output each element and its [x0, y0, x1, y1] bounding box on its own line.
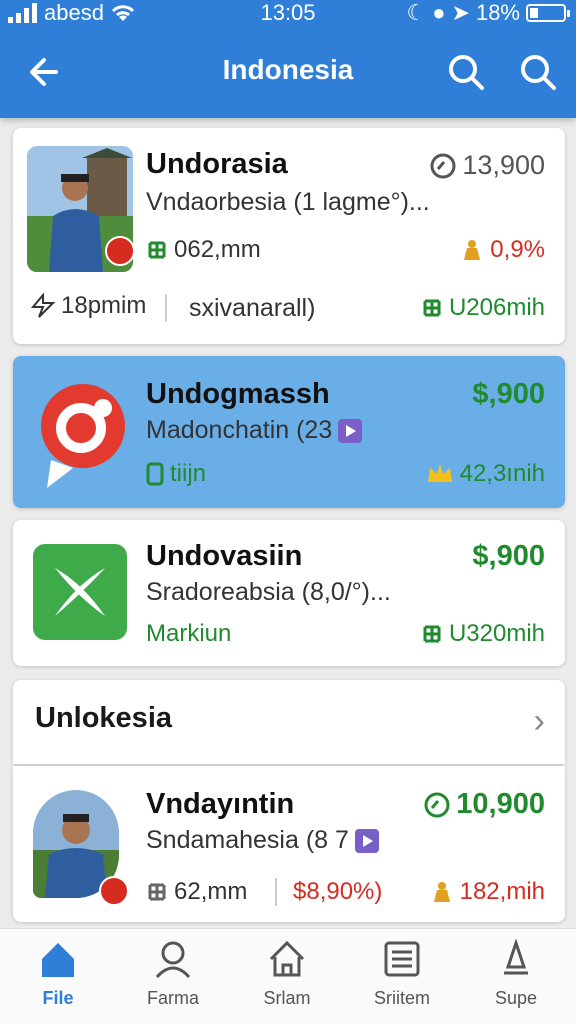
- card-subtitle-row: Madonchatin (23: [146, 416, 363, 445]
- card-footer-right-value: U206mih: [448, 294, 545, 321]
- card-subtitle: Sndamahesia (8 7: [146, 826, 349, 854]
- home-icon: [42, 943, 74, 977]
- search-icon: [449, 55, 484, 90]
- alarm-icon: ●: [432, 0, 446, 25]
- status-bar: abesd 13:05 ☾ ● ➤ 18%: [0, 0, 576, 30]
- list-card[interactable]: Undorasia Vndaorbesia (1 lagme°)... 13,9…: [13, 128, 565, 344]
- grid-icon: [423, 625, 441, 643]
- moon-icon: ☾: [406, 0, 427, 25]
- card-meta-left-value: 062,mm: [174, 236, 261, 263]
- gauge-icon: [430, 153, 456, 178]
- crown-icon: [427, 464, 452, 482]
- card-stat-value: 10,900: [456, 788, 545, 820]
- app-logo-icon: [33, 544, 127, 640]
- card-meta-left-value: tiijn: [170, 460, 207, 487]
- card-stat: 10,900: [424, 788, 545, 821]
- grid-icon: [148, 883, 166, 901]
- status-right: ☾ ● ➤ 18%: [406, 0, 570, 26]
- nav-item-farma[interactable]: Farma: [123, 939, 223, 1009]
- app-logo-icon: [41, 384, 125, 488]
- card-meta-c: 182,mih: [430, 878, 545, 906]
- card-title: Undorasia: [146, 148, 288, 180]
- card-meta-right-value: U320mih: [448, 620, 545, 647]
- house-icon: [269, 940, 305, 977]
- card-title: Undovasiin: [146, 540, 303, 572]
- card-footer-mid: sxivanarall): [189, 294, 316, 322]
- card-subtitle-row: Sndamahesia (8 7: [146, 826, 379, 855]
- nav-label: File: [42, 988, 74, 1008]
- card-meta-b: $8,90%): [293, 878, 382, 906]
- status-badge: [99, 876, 129, 906]
- search-icon: [521, 55, 556, 90]
- phone-icon: [146, 462, 164, 486]
- card-title: Vndayıntin: [146, 788, 295, 820]
- section-title: Unlokesia: [35, 702, 172, 734]
- divider: [275, 878, 277, 906]
- location-icon: ➤: [451, 0, 470, 25]
- status-badge: [105, 236, 135, 266]
- card-meta-a-value: 62,mm: [174, 878, 248, 905]
- card-meta-right-value: 0,9%: [490, 236, 545, 263]
- card-subtitle: Madonchatin (23: [146, 416, 333, 444]
- list-card-selected[interactable]: Undogmassh $,900 Madonchatin (23 tiijn 4…: [13, 356, 565, 508]
- bottom-nav: File Farma Srlam Sriitem Supe: [0, 928, 576, 1024]
- play-icon: [354, 828, 379, 853]
- card-footer-left-value: 18pmim: [61, 292, 147, 319]
- card-meta-left: tiijn: [146, 460, 206, 488]
- divider: [165, 294, 167, 322]
- card-meta-right-value: 42,3ınih: [459, 460, 545, 487]
- nav-label: Farma: [146, 988, 199, 1008]
- card-footer-right: U206mih: [421, 294, 545, 322]
- card-title: Undogmassh: [146, 378, 330, 410]
- section-header[interactable]: Unlokesia ›: [13, 680, 565, 764]
- grid-icon: [423, 299, 441, 317]
- nav-label: Supe: [494, 988, 538, 1008]
- card-meta-right: 42,3ınih: [426, 460, 545, 488]
- card-meta-left: 062,mm: [146, 236, 261, 264]
- play-icon: [338, 418, 363, 443]
- card-price: $,900: [472, 540, 545, 572]
- battery-icon: [526, 4, 570, 22]
- trophy-icon: [433, 882, 450, 902]
- card-meta-b-value: $8,90%): [293, 878, 383, 905]
- list-icon: [384, 941, 420, 977]
- route-icon: [31, 293, 55, 318]
- app-bar: Indonesia: [0, 30, 576, 118]
- nav-label: Srlam: [263, 988, 311, 1008]
- card-price: $,900: [472, 378, 545, 410]
- person-icon: [155, 941, 191, 979]
- card-meta-right: U320mih: [421, 620, 545, 648]
- chevron-right-icon: ›: [533, 702, 545, 740]
- list-card[interactable]: Vndayıntin 10,900 Sndamahesia (8 7 62,mm…: [13, 766, 565, 922]
- search-button-secondary[interactable]: [518, 52, 558, 92]
- grid-icon: [148, 241, 166, 259]
- card-stat-value: 13,900: [462, 150, 545, 180]
- card-meta-right: 0,9%: [460, 236, 545, 264]
- nav-item-supe[interactable]: Supe: [466, 938, 566, 1009]
- card-meta-left-value: Markiun: [146, 620, 232, 647]
- nav-item-srlam[interactable]: Srlam: [237, 939, 337, 1009]
- card-footer-left: 18pmim: [31, 292, 146, 320]
- card-meta-left: Markiun: [146, 620, 231, 648]
- card-meta-a: 62,mm: [146, 878, 247, 906]
- nav-item-file[interactable]: File: [8, 939, 108, 1009]
- nav-label: Sriitem: [373, 988, 430, 1008]
- page-title: Indonesia: [222, 54, 354, 85]
- card-subtitle: Sradoreabsia (8,0/°)...: [146, 578, 391, 606]
- card-subtitle: Vndaorbesia (1 lagme°)...: [146, 188, 430, 216]
- card-stat: 13,900: [430, 150, 545, 181]
- gauge-icon: [424, 792, 450, 817]
- list-card[interactable]: Undovasiin $,900 Sradoreabsia (8,0/°)...…: [13, 520, 565, 666]
- bell-icon: [504, 938, 528, 975]
- search-button[interactable]: [446, 52, 486, 92]
- battery-percent: 18%: [475, 0, 520, 25]
- nav-item-sriitem[interactable]: Sriitem: [352, 939, 452, 1009]
- card-meta-c-value: 182,mih: [459, 878, 545, 905]
- trophy-icon: [464, 240, 481, 260]
